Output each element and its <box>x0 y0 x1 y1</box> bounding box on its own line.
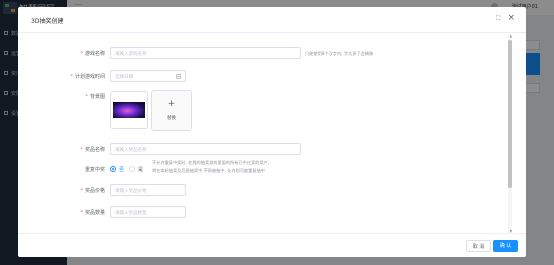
prize-count-input[interactable]: 请输入奖品数量 <box>110 206 186 218</box>
required-mark: * <box>70 74 73 80</box>
background-upload-button[interactable]: + 替换 <box>151 90 192 131</box>
dialog-header: 3D抽奖创建 ⛶ × <box>18 7 526 33</box>
radio-no-label[interactable]: 否 <box>119 166 124 173</box>
required-mark: * <box>80 210 83 216</box>
required-mark: * <box>85 94 88 100</box>
field-label: * 计划游戏时间 <box>70 74 105 80</box>
repeat-win-hint-line1: 不允许重复中奖时, 在我的抽奖游戏里面的所有已中过奖的用户, <box>152 160 270 165</box>
prize-price-input[interactable]: 请输入奖品价格 <box>110 184 186 196</box>
confirm-button[interactable]: 确 认 <box>493 240 518 252</box>
dialog-body: * 游戏名称 请输入游戏名称 只能使用8个汉字内, 字太多了会横移 * 计划游戏时间… <box>18 34 526 233</box>
field-hint: 只能使用8个汉字内, 字太多了会横移 <box>305 51 374 56</box>
calendar-icon <box>176 74 181 79</box>
cancel-button[interactable]: 取 消 <box>466 240 491 252</box>
field-label: * 奖品数量 <box>80 210 105 216</box>
plus-icon: + <box>167 99 176 109</box>
dialog-title: 3D抽奖创建 <box>31 18 64 25</box>
fullscreen-icon[interactable]: ⛶ <box>496 16 502 22</box>
field-label: * 奖品名称 <box>80 147 105 153</box>
scrollbar-thumb[interactable] <box>508 40 512 188</box>
field-label: 重复中奖 <box>84 167 105 173</box>
game-name-input[interactable]: 请输入游戏名称 <box>110 47 301 59</box>
scroll-up-arrow-icon[interactable]: ▲ <box>510 34 512 38</box>
radio-no[interactable] <box>110 166 116 172</box>
game-time-date-picker[interactable]: 选择日期 <box>110 70 186 82</box>
field-label: * 游戏名称 <box>80 51 105 57</box>
required-mark: * <box>80 51 83 57</box>
radio-yes-label[interactable]: 是 <box>138 166 143 173</box>
required-mark: * <box>80 188 83 194</box>
required-mark: * <box>80 147 83 153</box>
radio-yes[interactable] <box>129 166 135 172</box>
field-label: * 背景图 <box>85 94 105 100</box>
background-image-thumbnail[interactable] <box>110 91 148 129</box>
create-lottery-dialog: 3D抽奖创建 ⛶ × * 游戏名称 请输入游戏名称 只能使用8个汉字内, 字太多了… <box>18 7 526 257</box>
background-image <box>113 102 145 118</box>
dialog-scrollbar[interactable] <box>508 34 512 233</box>
field-label: * 奖品价格 <box>80 188 105 194</box>
form-row-background: * 背景图 + 替换 <box>18 90 526 135</box>
dialog-footer: 取 消 确 认 <box>18 233 526 257</box>
repeat-win-hint-line2: 将在本轮抽奖及后面抽奖中 不再被抽中, 允许则可被重复抽中 <box>152 168 265 173</box>
close-icon[interactable]: × <box>507 14 515 23</box>
prize-name-input[interactable]: 请输入奖品名称 <box>110 143 301 155</box>
